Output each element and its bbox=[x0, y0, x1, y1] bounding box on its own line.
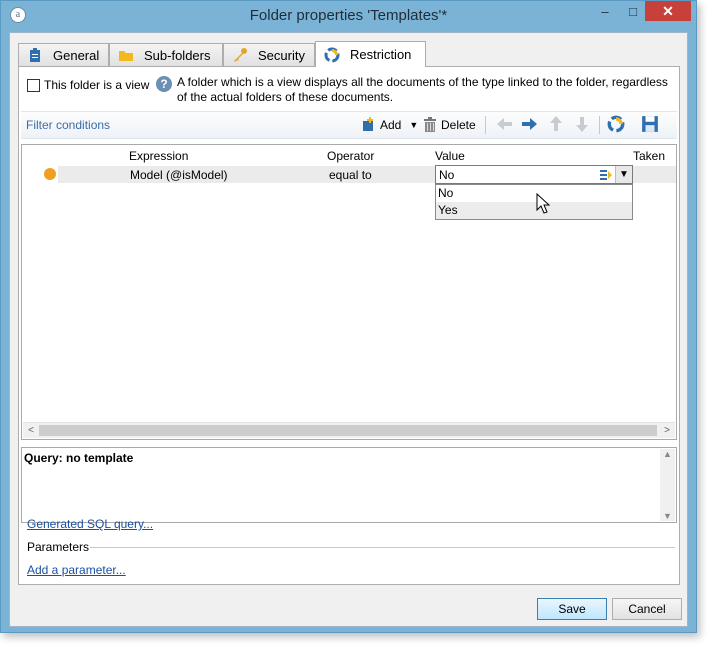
toolbar-separator bbox=[599, 116, 600, 134]
generated-sql-link[interactable]: Generated SQL query... bbox=[27, 517, 153, 531]
help-icon: ? bbox=[156, 76, 172, 92]
move-left-button[interactable] bbox=[495, 115, 513, 135]
tab-general[interactable]: General bbox=[18, 43, 109, 66]
scroll-right-icon[interactable]: > bbox=[659, 423, 675, 438]
value-combobox[interactable]: No ▼ bbox=[435, 165, 633, 184]
scroll-up-icon[interactable]: ▲ bbox=[663, 449, 672, 459]
view-checkbox-label[interactable]: This folder is a view bbox=[44, 78, 149, 92]
delete-button[interactable]: Delete bbox=[423, 115, 476, 135]
folder-icon bbox=[118, 47, 134, 63]
move-right-button[interactable] bbox=[521, 115, 539, 135]
floppy-icon bbox=[641, 115, 659, 136]
clipboard-icon bbox=[27, 47, 43, 63]
horizontal-scrollbar[interactable]: < > bbox=[23, 422, 675, 438]
add-parameter-link[interactable]: Add a parameter... bbox=[27, 563, 126, 577]
refresh-icon bbox=[607, 115, 625, 136]
add-button[interactable]: Add ▼ bbox=[360, 115, 418, 135]
add-icon bbox=[360, 117, 376, 133]
parameters-divider bbox=[90, 547, 675, 548]
tab-restriction[interactable]: Restriction bbox=[315, 41, 426, 67]
refresh-button[interactable] bbox=[607, 115, 625, 135]
tab-security[interactable]: Security bbox=[223, 43, 315, 66]
parameters-label: Parameters bbox=[27, 540, 90, 554]
cancel-button[interactable]: Cancel bbox=[612, 598, 682, 620]
cell-operator: equal to bbox=[329, 168, 372, 182]
delete-label: Delete bbox=[441, 118, 476, 132]
maximize-button[interactable]: □ bbox=[620, 1, 646, 22]
title-bar[interactable]: a Folder properties 'Templates'* ‒ □ ✕ bbox=[1, 1, 696, 31]
list-edit-icon[interactable] bbox=[599, 168, 613, 181]
mouse-cursor-icon bbox=[536, 192, 551, 218]
tab-security-label: Security bbox=[258, 47, 305, 63]
vertical-scrollbar[interactable]: ▲ ▼ bbox=[660, 449, 675, 521]
scroll-down-icon[interactable]: ▼ bbox=[663, 511, 672, 521]
key-icon bbox=[232, 47, 248, 63]
help-text: A folder which is a view displays all th… bbox=[177, 75, 668, 104]
scrollbar-thumb[interactable] bbox=[39, 425, 657, 436]
query-preview: Query: no template ▲ ▼ bbox=[21, 447, 677, 523]
query-text: Query: no template bbox=[24, 451, 134, 465]
dropdown-option-no[interactable]: No bbox=[436, 185, 632, 202]
minimize-button[interactable]: ‒ bbox=[592, 1, 618, 22]
dialog-client: General Sub-folders Security Restriction bbox=[9, 32, 688, 627]
arrow-left-icon bbox=[495, 116, 513, 135]
scroll-left-icon[interactable]: < bbox=[23, 423, 39, 438]
chevron-down-icon: ▼ bbox=[409, 120, 419, 130]
status-dot-icon bbox=[44, 168, 56, 180]
save-icon-button[interactable] bbox=[641, 115, 659, 135]
tab-sub-folders-label: Sub-folders bbox=[144, 47, 211, 63]
column-header-taken[interactable]: Taken bbox=[633, 149, 665, 163]
value-combobox-text: No bbox=[439, 168, 455, 182]
tab-general-label: General bbox=[53, 47, 100, 63]
filter-conditions-label: Filter conditions bbox=[26, 118, 111, 132]
dialog-window: a Folder properties 'Templates'* ‒ □ ✕ G… bbox=[0, 0, 697, 633]
toolbar-separator bbox=[485, 116, 486, 134]
move-down-button[interactable] bbox=[574, 115, 590, 135]
save-button[interactable]: Save bbox=[537, 598, 607, 620]
close-button[interactable]: ✕ bbox=[645, 1, 691, 21]
chevron-down-icon[interactable]: ▼ bbox=[615, 166, 632, 183]
arrow-down-icon bbox=[574, 115, 590, 136]
column-header-value[interactable]: Value bbox=[435, 149, 465, 163]
dropdown-option-yes[interactable]: Yes bbox=[436, 202, 632, 219]
cell-expression: Model (@isModel) bbox=[130, 168, 228, 182]
filter-toolbar: Filter conditions Add ▼ Delete bbox=[21, 111, 677, 139]
trash-icon bbox=[423, 117, 437, 133]
arrow-right-icon bbox=[521, 116, 539, 135]
restriction-panel: This folder is a view ? A folder which i… bbox=[18, 66, 680, 585]
value-dropdown-list: No Yes bbox=[435, 184, 633, 220]
move-up-button[interactable] bbox=[548, 115, 564, 135]
add-label: Add bbox=[380, 118, 402, 132]
arrow-up-icon bbox=[548, 115, 564, 136]
restriction-icon bbox=[324, 47, 340, 63]
view-checkbox[interactable] bbox=[27, 79, 40, 92]
column-header-operator[interactable]: Operator bbox=[327, 149, 374, 163]
conditions-grid: Expression Operator Value Taken Model (@… bbox=[21, 144, 677, 440]
column-header-expression[interactable]: Expression bbox=[129, 149, 188, 163]
tab-restriction-label: Restriction bbox=[350, 47, 412, 62]
tab-sub-folders[interactable]: Sub-folders bbox=[109, 43, 223, 66]
